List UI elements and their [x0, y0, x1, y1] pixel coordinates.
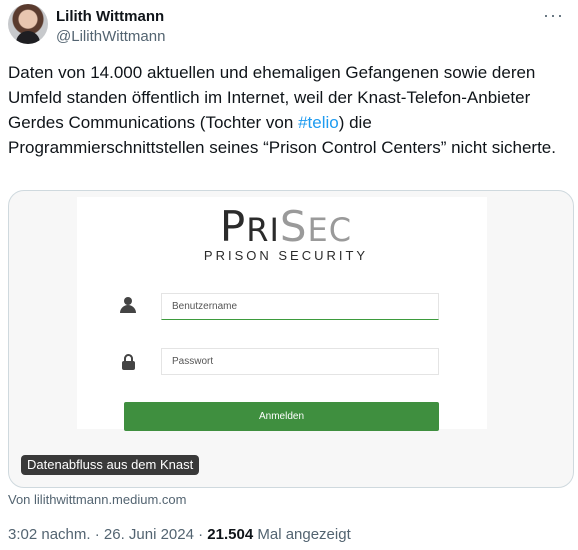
tweet-text: Daten von 14.000 aktuellen und ehemalige… [8, 60, 568, 160]
logo-tagline: PRISON SECURITY [203, 248, 369, 263]
user-icon-head [124, 297, 132, 305]
author-name[interactable]: Lilith Wittmann [56, 8, 164, 25]
logo-wordmark: PRISEC [219, 202, 353, 251]
tweet-header: Lilith Wittmann @LilithWittmann ··· [8, 4, 570, 48]
hashtag-link[interactable]: #telio [298, 113, 339, 132]
password-field: Passwort [161, 348, 439, 375]
login-panel-image: PRISEC PRISON SECURITY Benutzername Pass… [77, 197, 487, 431]
tweet-meta: 3:02 nachm. · 26. Juni 2024 · 21.504 Mal… [8, 526, 351, 543]
avatar-shoulders [16, 31, 40, 44]
user-icon [120, 297, 136, 313]
tweet-text-part-1: Daten von 14.000 aktuellen und ehemalige… [8, 63, 536, 132]
link-card[interactable]: PRISEC PRISON SECURITY Benutzername Pass… [8, 190, 574, 488]
username-field: Benutzername [161, 293, 439, 320]
views-count: 21.504 [207, 526, 254, 543]
user-icon-body [120, 305, 136, 313]
lock-icon [121, 354, 137, 370]
link-source[interactable]: Von lilithwittmann.medium.com [8, 492, 186, 507]
timestamp[interactable]: 3:02 nachm. · 26. Juni 2024 · [8, 526, 207, 543]
avatar[interactable] [8, 4, 48, 44]
prisec-logo: PRISEC PRISON SECURITY [191, 202, 381, 264]
author-handle[interactable]: @LilithWittmann [56, 28, 165, 45]
lock-icon-body [122, 361, 135, 370]
login-button: Anmelden [124, 402, 439, 431]
views-label: Mal angezeigt [253, 526, 351, 543]
more-dots-icon[interactable]: ··· [543, 6, 564, 24]
card-caption: Datenabfluss aus dem Knast [21, 455, 200, 475]
